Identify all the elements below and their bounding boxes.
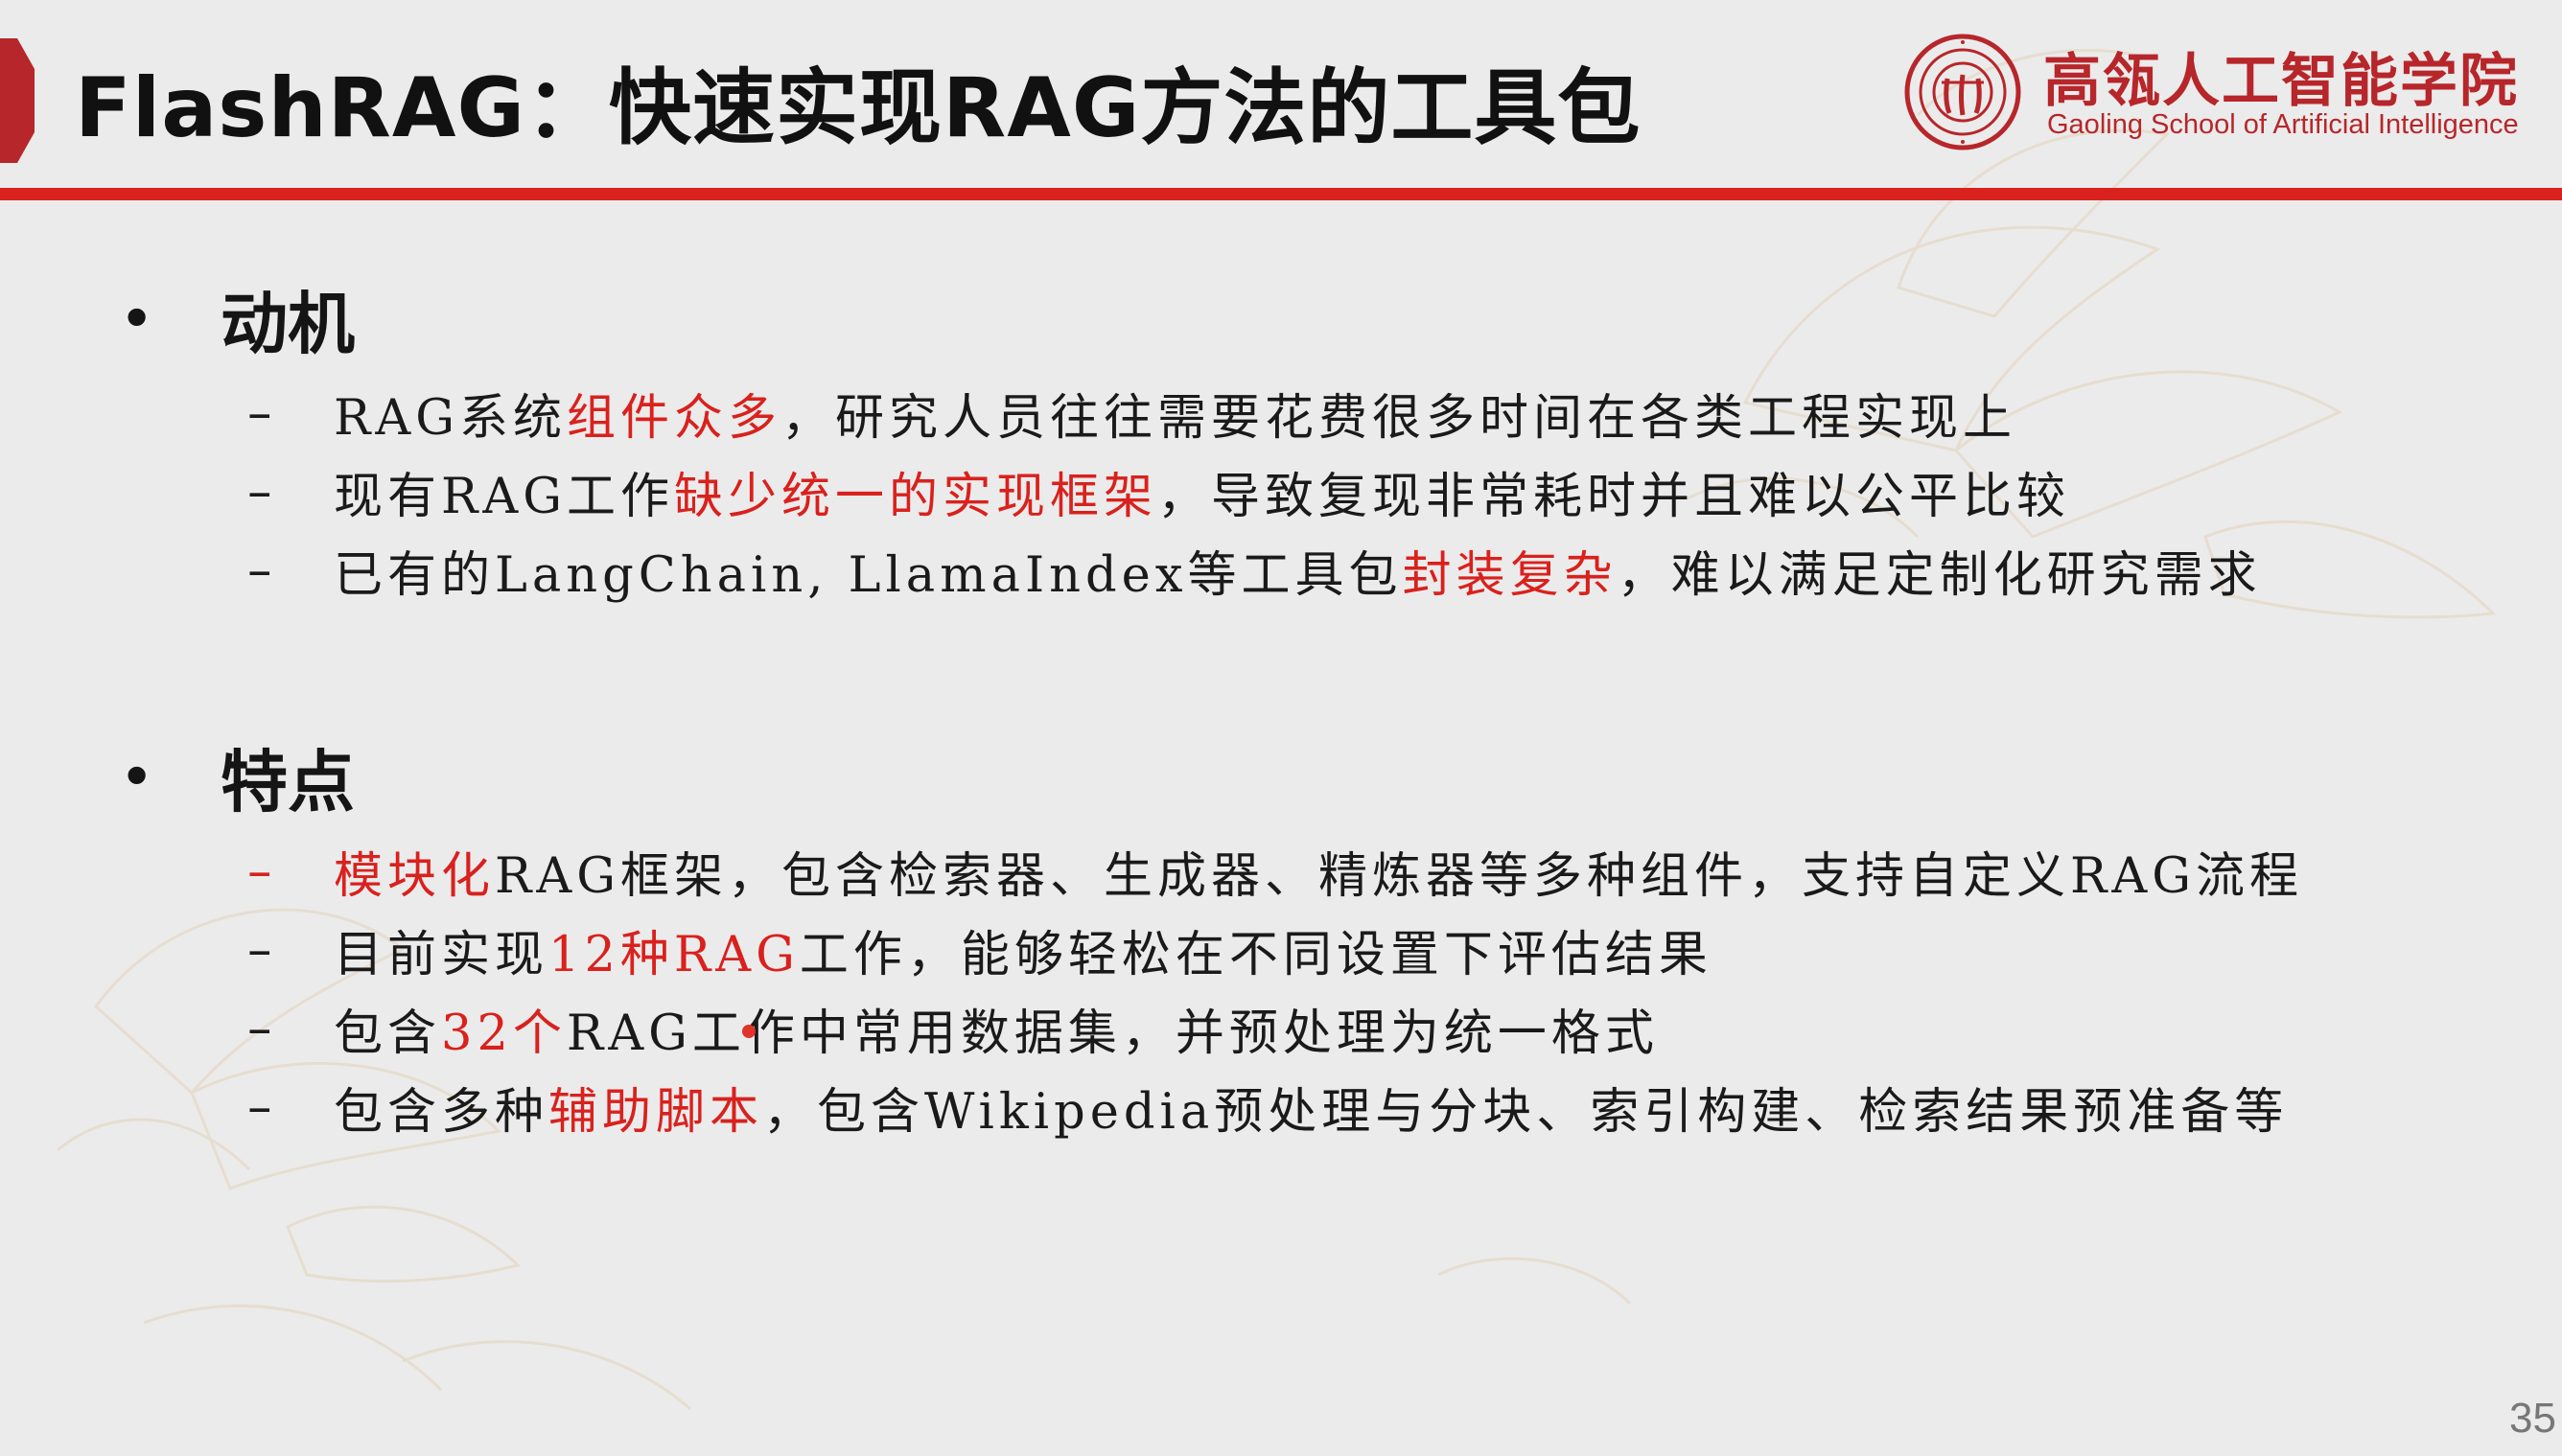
university-seal-icon xyxy=(1904,34,2021,150)
dash-icon: – xyxy=(247,1000,272,1057)
section-heading-motivation: • 动机 xyxy=(121,270,355,367)
dash-icon: – xyxy=(247,843,272,900)
list-item: – 目前实现 12种RAG 工作，能够轻松在不同设置下评估结果 xyxy=(247,914,1712,985)
item-highlight: 封装复杂 xyxy=(1402,547,1618,604)
list-item: – 模块化 RAG框架，包含检索器、生成器、精炼器等多种组件，支持自定义RAG流程 xyxy=(247,836,2303,907)
item-text: RAG系统 xyxy=(334,390,567,447)
section-heading-text: 特点 xyxy=(221,742,355,821)
slide: FlashRAG：快速实现RAG方法的工具包 高瓴人工智能学院 Gaoling … xyxy=(0,0,2562,1456)
item-text: RAG工作中常用数据集，并预处理为统一格式 xyxy=(566,1005,1659,1062)
left-accent-shape xyxy=(0,38,35,163)
logo-english-name: Gaoling School of Artificial Intelligenc… xyxy=(2047,109,2519,140)
list-item: – 已有的LangChain, LlamaIndex等工具包 封装复杂 ，难以满足定… xyxy=(247,535,2262,606)
slide-title: FlashRAG：快速实现RAG方法的工具包 xyxy=(75,59,1642,156)
laser-pointer-dot xyxy=(742,1025,756,1038)
section-heading-text: 动机 xyxy=(221,284,355,363)
item-highlight: 组件众多 xyxy=(566,390,781,447)
item-text: ，研究人员往往需要花费很多时间在各类工程实现上 xyxy=(781,390,2017,447)
item-highlight: 12种RAG xyxy=(548,927,800,983)
list-item: – 现有RAG工作 缺少统一的实现框架 ，导致复现非常耗时并且难以公平比较 xyxy=(247,456,2070,527)
item-text: ，导致复现非常耗时并且难以公平比较 xyxy=(1157,469,2071,525)
dash-icon: – xyxy=(247,384,272,442)
item-highlight: 32个 xyxy=(441,1005,567,1062)
item-text: 包含 xyxy=(334,1005,442,1062)
item-text: 现有RAG工作 xyxy=(334,469,674,525)
logo-chinese-name: 高瓴人工智能学院 xyxy=(2043,48,2519,115)
bullet-icon: • xyxy=(121,748,153,806)
item-text: 目前实现 xyxy=(334,927,549,983)
school-logo: 高瓴人工智能学院 Gaoling School of Artificial In… xyxy=(1903,29,2536,153)
page-number: 35 xyxy=(2509,1395,2556,1442)
item-text: 工作，能够轻松在不同设置下评估结果 xyxy=(799,927,1712,983)
dash-icon: – xyxy=(247,463,272,520)
list-item: – 包含多种 辅助脚本 ，包含Wikipedia预处理与分块、索引构建、检索结果预准… xyxy=(247,1072,2288,1143)
item-text: 包含多种 xyxy=(334,1084,549,1141)
list-item: – 包含 32个 RAG工作中常用数据集，并预处理为统一格式 xyxy=(247,993,1659,1064)
item-text: ，包含Wikipedia预处理与分块、索引构建、检索结果预准备等 xyxy=(763,1084,2289,1141)
item-text: RAG框架，包含检索器、生成器、精炼器等多种组件，支持自定义RAG流程 xyxy=(495,848,2303,905)
bullet-icon: • xyxy=(121,289,153,348)
section-heading-features: • 特点 xyxy=(121,728,355,825)
item-highlight: 模块化 xyxy=(334,848,496,905)
dash-icon: – xyxy=(247,921,272,979)
item-highlight: 辅助脚本 xyxy=(548,1084,764,1141)
dash-icon: – xyxy=(247,542,272,599)
item-text: 已有的LangChain, LlamaIndex等工具包 xyxy=(334,547,1403,604)
item-highlight: 缺少统一的实现框架 xyxy=(673,469,1157,525)
list-item: – RAG系统 组件众多 ，研究人员往往需要花费很多时间在各类工程实现上 xyxy=(247,378,2016,449)
dash-icon: – xyxy=(247,1078,272,1136)
item-text: ，难以满足定制化研究需求 xyxy=(1617,547,2262,604)
floral-watermark xyxy=(57,49,2497,1411)
title-divider xyxy=(0,188,2562,200)
